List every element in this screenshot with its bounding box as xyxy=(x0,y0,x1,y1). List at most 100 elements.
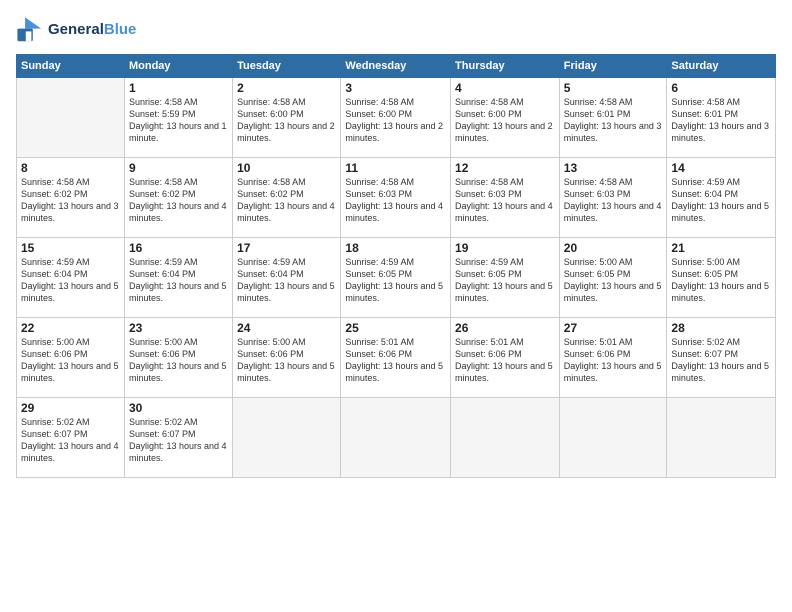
day-detail: Sunrise: 4:58 AM Sunset: 6:02 PM Dayligh… xyxy=(237,176,336,225)
day-detail: Sunrise: 4:58 AM Sunset: 6:01 PM Dayligh… xyxy=(564,96,663,145)
day-number: 4 xyxy=(455,81,555,95)
day-cell: 26 Sunrise: 5:01 AM Sunset: 6:06 PM Dayl… xyxy=(451,318,560,398)
day-number: 6 xyxy=(671,81,771,95)
col-header-saturday: Saturday xyxy=(667,55,776,78)
day-number: 23 xyxy=(129,321,228,335)
day-cell: 17 Sunrise: 4:59 AM Sunset: 6:04 PM Dayl… xyxy=(233,238,341,318)
day-cell: 22 Sunrise: 5:00 AM Sunset: 6:06 PM Dayl… xyxy=(17,318,125,398)
day-number: 2 xyxy=(237,81,336,95)
day-detail: Sunrise: 4:59 AM Sunset: 6:05 PM Dayligh… xyxy=(345,256,446,305)
day-number: 11 xyxy=(345,161,446,175)
col-header-tuesday: Tuesday xyxy=(233,55,341,78)
day-detail: Sunrise: 4:58 AM Sunset: 6:03 PM Dayligh… xyxy=(345,176,446,225)
day-number: 18 xyxy=(345,241,446,255)
day-cell: 19 Sunrise: 4:59 AM Sunset: 6:05 PM Dayl… xyxy=(451,238,560,318)
empty-cell xyxy=(17,78,125,158)
day-detail: Sunrise: 4:58 AM Sunset: 6:01 PM Dayligh… xyxy=(671,96,771,145)
day-detail: Sunrise: 5:01 AM Sunset: 6:06 PM Dayligh… xyxy=(455,336,555,385)
col-header-friday: Friday xyxy=(559,55,667,78)
day-number: 12 xyxy=(455,161,555,175)
day-cell: 11 Sunrise: 4:58 AM Sunset: 6:03 PM Dayl… xyxy=(341,158,451,238)
day-detail: Sunrise: 5:02 AM Sunset: 6:07 PM Dayligh… xyxy=(671,336,771,385)
day-cell: 20 Sunrise: 5:00 AM Sunset: 6:05 PM Dayl… xyxy=(559,238,667,318)
day-number: 22 xyxy=(21,321,120,335)
day-number: 1 xyxy=(129,81,228,95)
col-header-sunday: Sunday xyxy=(17,55,125,78)
empty-cell xyxy=(233,398,341,478)
day-cell: 18 Sunrise: 4:59 AM Sunset: 6:05 PM Dayl… xyxy=(341,238,451,318)
day-cell: 16 Sunrise: 4:59 AM Sunset: 6:04 PM Dayl… xyxy=(124,238,232,318)
day-number: 5 xyxy=(564,81,663,95)
logo-text: GeneralBlue xyxy=(48,22,136,39)
day-detail: Sunrise: 4:58 AM Sunset: 6:00 PM Dayligh… xyxy=(237,96,336,145)
day-detail: Sunrise: 5:01 AM Sunset: 6:06 PM Dayligh… xyxy=(345,336,446,385)
day-detail: Sunrise: 5:00 AM Sunset: 6:06 PM Dayligh… xyxy=(21,336,120,385)
col-header-thursday: Thursday xyxy=(451,55,560,78)
day-cell: 8 Sunrise: 4:58 AM Sunset: 6:02 PM Dayli… xyxy=(17,158,125,238)
day-detail: Sunrise: 5:00 AM Sunset: 6:06 PM Dayligh… xyxy=(237,336,336,385)
day-cell: 9 Sunrise: 4:58 AM Sunset: 6:02 PM Dayli… xyxy=(124,158,232,238)
day-number: 15 xyxy=(21,241,120,255)
day-cell: 27 Sunrise: 5:01 AM Sunset: 6:06 PM Dayl… xyxy=(559,318,667,398)
day-detail: Sunrise: 4:59 AM Sunset: 6:04 PM Dayligh… xyxy=(671,176,771,225)
empty-cell xyxy=(451,398,560,478)
day-detail: Sunrise: 4:59 AM Sunset: 6:04 PM Dayligh… xyxy=(129,256,228,305)
day-cell: 13 Sunrise: 4:58 AM Sunset: 6:03 PM Dayl… xyxy=(559,158,667,238)
day-detail: Sunrise: 5:00 AM Sunset: 6:05 PM Dayligh… xyxy=(564,256,663,305)
day-number: 25 xyxy=(345,321,446,335)
day-number: 17 xyxy=(237,241,336,255)
day-number: 28 xyxy=(671,321,771,335)
day-cell: 10 Sunrise: 4:58 AM Sunset: 6:02 PM Dayl… xyxy=(233,158,341,238)
logo-icon xyxy=(16,16,44,44)
day-number: 21 xyxy=(671,241,771,255)
day-cell: 2 Sunrise: 4:58 AM Sunset: 6:00 PM Dayli… xyxy=(233,78,341,158)
logo: GeneralBlue xyxy=(16,16,136,44)
day-cell: 14 Sunrise: 4:59 AM Sunset: 6:04 PM Dayl… xyxy=(667,158,776,238)
day-cell: 6 Sunrise: 4:58 AM Sunset: 6:01 PM Dayli… xyxy=(667,78,776,158)
day-number: 29 xyxy=(21,401,120,415)
day-cell: 3 Sunrise: 4:58 AM Sunset: 6:00 PM Dayli… xyxy=(341,78,451,158)
day-detail: Sunrise: 4:58 AM Sunset: 6:00 PM Dayligh… xyxy=(345,96,446,145)
empty-cell xyxy=(341,398,451,478)
day-detail: Sunrise: 4:58 AM Sunset: 6:02 PM Dayligh… xyxy=(129,176,228,225)
day-cell: 5 Sunrise: 4:58 AM Sunset: 6:01 PM Dayli… xyxy=(559,78,667,158)
day-number: 27 xyxy=(564,321,663,335)
day-cell: 30 Sunrise: 5:02 AM Sunset: 6:07 PM Dayl… xyxy=(124,398,232,478)
day-detail: Sunrise: 5:00 AM Sunset: 6:06 PM Dayligh… xyxy=(129,336,228,385)
day-cell: 29 Sunrise: 5:02 AM Sunset: 6:07 PM Dayl… xyxy=(17,398,125,478)
day-cell: 21 Sunrise: 5:00 AM Sunset: 6:05 PM Dayl… xyxy=(667,238,776,318)
day-detail: Sunrise: 4:59 AM Sunset: 6:04 PM Dayligh… xyxy=(237,256,336,305)
day-cell: 24 Sunrise: 5:00 AM Sunset: 6:06 PM Dayl… xyxy=(233,318,341,398)
day-cell: 23 Sunrise: 5:00 AM Sunset: 6:06 PM Dayl… xyxy=(124,318,232,398)
day-detail: Sunrise: 5:02 AM Sunset: 6:07 PM Dayligh… xyxy=(21,416,120,465)
empty-cell xyxy=(559,398,667,478)
day-detail: Sunrise: 4:58 AM Sunset: 6:00 PM Dayligh… xyxy=(455,96,555,145)
day-cell: 1 Sunrise: 4:58 AM Sunset: 5:59 PM Dayli… xyxy=(124,78,232,158)
day-number: 26 xyxy=(455,321,555,335)
day-detail: Sunrise: 4:59 AM Sunset: 6:05 PM Dayligh… xyxy=(455,256,555,305)
day-number: 16 xyxy=(129,241,228,255)
day-detail: Sunrise: 4:58 AM Sunset: 6:03 PM Dayligh… xyxy=(564,176,663,225)
day-detail: Sunrise: 5:00 AM Sunset: 6:05 PM Dayligh… xyxy=(671,256,771,305)
day-number: 19 xyxy=(455,241,555,255)
col-header-wednesday: Wednesday xyxy=(341,55,451,78)
day-detail: Sunrise: 4:58 AM Sunset: 6:02 PM Dayligh… xyxy=(21,176,120,225)
day-cell: 15 Sunrise: 4:59 AM Sunset: 6:04 PM Dayl… xyxy=(17,238,125,318)
empty-cell xyxy=(667,398,776,478)
day-number: 8 xyxy=(21,161,120,175)
day-detail: Sunrise: 5:02 AM Sunset: 6:07 PM Dayligh… xyxy=(129,416,228,465)
day-cell: 28 Sunrise: 5:02 AM Sunset: 6:07 PM Dayl… xyxy=(667,318,776,398)
day-number: 9 xyxy=(129,161,228,175)
day-cell: 12 Sunrise: 4:58 AM Sunset: 6:03 PM Dayl… xyxy=(451,158,560,238)
day-number: 24 xyxy=(237,321,336,335)
calendar-table: SundayMondayTuesdayWednesdayThursdayFrid… xyxy=(16,54,776,478)
col-header-monday: Monday xyxy=(124,55,232,78)
day-detail: Sunrise: 5:01 AM Sunset: 6:06 PM Dayligh… xyxy=(564,336,663,385)
day-number: 13 xyxy=(564,161,663,175)
page: GeneralBlue SundayMondayTuesdayWednesday… xyxy=(0,0,792,612)
day-number: 10 xyxy=(237,161,336,175)
day-detail: Sunrise: 4:59 AM Sunset: 6:04 PM Dayligh… xyxy=(21,256,120,305)
day-number: 30 xyxy=(129,401,228,415)
day-cell: 4 Sunrise: 4:58 AM Sunset: 6:00 PM Dayli… xyxy=(451,78,560,158)
day-number: 20 xyxy=(564,241,663,255)
